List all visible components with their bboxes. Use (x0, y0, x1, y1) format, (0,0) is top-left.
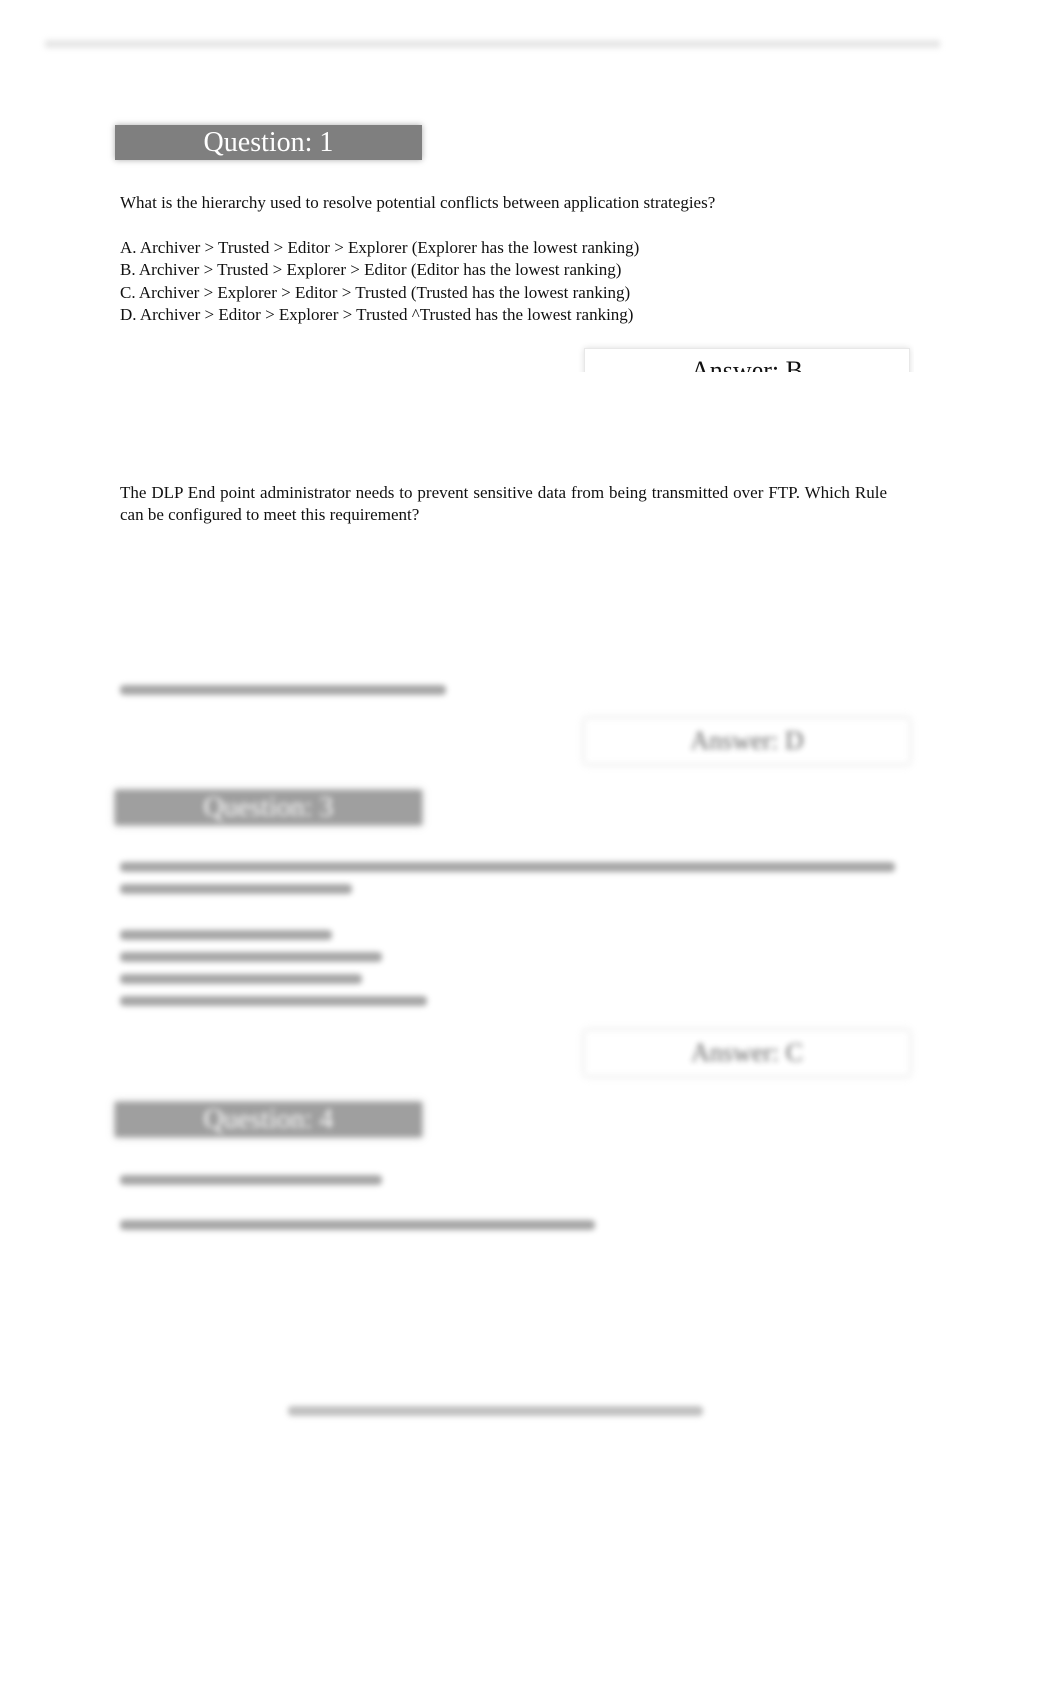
question-3-header: Question: 3 (115, 790, 422, 825)
answer-1-clip: Answer: B (578, 342, 914, 372)
question-4-header: Question: 4 (115, 1102, 422, 1137)
page-header-line (45, 40, 940, 48)
blurred-footer (288, 1406, 703, 1416)
option-b: B. Archiver > Trusted > Explorer > Edito… (120, 260, 622, 279)
blurred-question-3-text (120, 862, 895, 894)
blurred-option (120, 685, 446, 695)
answer-1-box: Answer: B (584, 348, 910, 372)
option-a: A. Archiver > Trusted > Editor > Explore… (120, 238, 640, 257)
question-2-text: The DLP End point administrator needs to… (120, 483, 887, 524)
option-d: D. Archiver > Editor > Explorer > Truste… (120, 305, 634, 324)
question-1-text: What is the hierarchy used to resolve po… (120, 193, 716, 212)
answer-2-box: Answer: D (584, 718, 910, 764)
question-1-options: A. Archiver > Trusted > Editor > Explore… (120, 237, 887, 326)
answer-3-box: Answer: C (584, 1030, 910, 1076)
option-c: C. Archiver > Explorer > Editor > Truste… (120, 283, 631, 302)
blurred-question-4-text (120, 1175, 595, 1230)
question-1-header: Question: 1 (115, 125, 422, 160)
blurred-question-3-options (120, 930, 427, 1006)
